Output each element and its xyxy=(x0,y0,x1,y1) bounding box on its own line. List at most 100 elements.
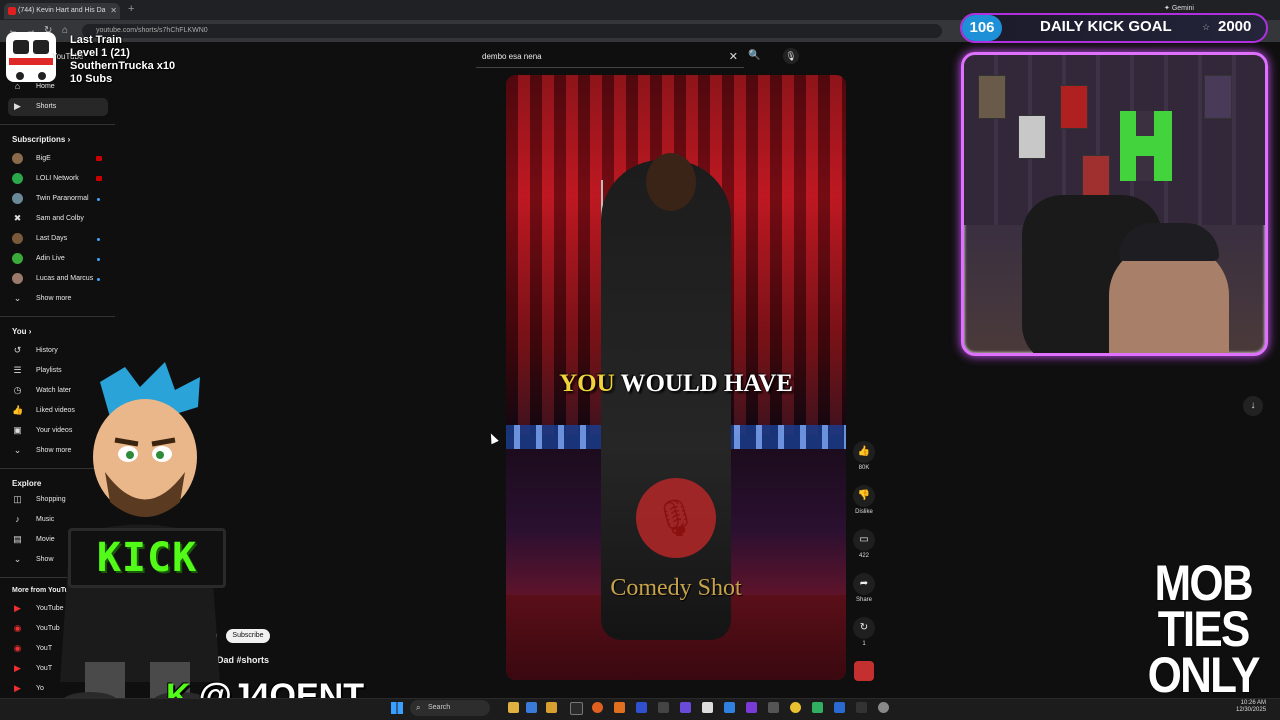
remix-button[interactable]: ↻ 1 xyxy=(853,617,875,647)
performer xyxy=(601,160,731,640)
url-field[interactable]: youtube.com/shorts/s7hChFLKWN0 xyxy=(82,24,942,38)
app-icon[interactable] xyxy=(768,702,779,713)
video-caption: YOU WOULD HAVE xyxy=(559,370,793,397)
chrome-icon[interactable] xyxy=(790,702,801,713)
remix-count: 1 xyxy=(862,641,866,647)
next-video-arrow-icon[interactable]: ↓ xyxy=(1243,396,1263,416)
sidebar-item-subscription[interactable]: BigE xyxy=(8,150,108,168)
shorts-video-player[interactable]: YOU WOULD HAVE 🎙 Comedy Shot xyxy=(506,75,846,680)
comment-count: 422 xyxy=(858,553,869,559)
kick-goal-title: DAILY KICK GOAL xyxy=(1040,18,1172,35)
sidebar-item-label: Last Days xyxy=(36,235,68,242)
music-note-icon: ♪ xyxy=(15,514,20,524)
video-icon: ▣ xyxy=(13,425,22,435)
remix-icon: ↻ xyxy=(853,617,875,639)
sidebar-item-label: Show more xyxy=(36,295,72,302)
like-button[interactable]: 👍 80K xyxy=(853,441,875,471)
microphone-icon[interactable]: 🎙 xyxy=(783,48,799,64)
dislike-button[interactable]: 👎 Dislike xyxy=(853,485,875,515)
new-tab-icon[interactable]: + xyxy=(128,3,134,15)
sidebar-item-label: LOLI Network xyxy=(36,175,79,182)
search-icon[interactable]: 🔍 xyxy=(748,50,760,61)
home-icon[interactable]: ⌂ xyxy=(62,25,68,36)
search-bar[interactable]: dembo esa nena ✕ xyxy=(476,47,744,68)
show-more-subscriptions-button[interactable]: ⌄ Show more xyxy=(8,290,108,308)
taskbar-clock[interactable]: 10:26 AM 12/30/2025 xyxy=(1236,700,1266,714)
sidebar-item-shorts[interactable]: ▶ Shorts xyxy=(8,98,108,116)
clock-date: 12/30/2025 xyxy=(1236,707,1267,713)
film-icon: ▤ xyxy=(13,534,22,544)
star-icon: ☆ xyxy=(1202,22,1211,32)
youtube-music-icon: ◉ xyxy=(13,643,22,653)
train-logo-icon xyxy=(6,32,56,82)
app-icon[interactable] xyxy=(636,702,647,713)
sidebar-item-subscription[interactable]: Adin Live xyxy=(8,250,108,268)
app-icon[interactable] xyxy=(812,702,823,713)
firefox-icon[interactable] xyxy=(592,702,603,713)
kick-goal-current: 106 xyxy=(962,15,1002,41)
overlay-line-4: 10 Subs xyxy=(70,73,113,85)
divider xyxy=(0,316,115,317)
sidebar-item-subscription[interactable]: LOLI Network xyxy=(8,170,108,188)
channel-avatar xyxy=(12,193,23,204)
kick-logo-cut xyxy=(1136,111,1154,136)
sidebar-item-subscription[interactable]: Last Days xyxy=(8,230,108,248)
chevron-down-icon: ⌄ xyxy=(13,445,22,455)
home-icon: ⌂ xyxy=(14,81,21,91)
gemini-button[interactable]: ✦ Gemini xyxy=(1164,4,1194,12)
sidebar-item-subscription[interactable]: ✖ Sam and Colby xyxy=(8,210,108,228)
terminal-icon[interactable] xyxy=(570,702,583,715)
mouse-cursor-icon xyxy=(487,431,499,445)
youtube-premium-icon: ▶ xyxy=(14,603,21,613)
settings-gear-icon[interactable] xyxy=(878,702,889,713)
sidebar-item-label: Adin Live xyxy=(36,255,65,262)
sidebar-item-history[interactable]: ↺ History xyxy=(8,342,108,360)
sidebar-item-label: BigE xyxy=(36,155,51,162)
share-button[interactable]: ➦ Share xyxy=(853,573,875,603)
tab-close-icon[interactable]: ✕ xyxy=(110,3,117,19)
file-explorer-icon[interactable] xyxy=(508,702,519,713)
channel-avatar xyxy=(12,153,23,164)
app-icon[interactable] xyxy=(746,702,757,713)
clock-icon: ◷ xyxy=(13,385,22,395)
app-icon[interactable] xyxy=(614,702,625,713)
new-content-dot-icon xyxy=(97,258,100,261)
poster xyxy=(1060,85,1088,129)
windows-start-icon[interactable] xyxy=(391,702,403,714)
you-heading[interactable]: You › xyxy=(12,327,31,336)
live-icon xyxy=(96,156,102,161)
folder-icon[interactable] xyxy=(546,702,557,713)
clear-search-icon[interactable]: ✕ xyxy=(729,50,738,63)
subscriptions-heading[interactable]: Subscriptions › xyxy=(12,135,70,144)
comments-button[interactable]: ▭ 422 xyxy=(853,529,875,559)
channel-avatar xyxy=(12,273,23,284)
poster xyxy=(978,75,1006,119)
app-icon[interactable] xyxy=(724,702,735,713)
search-input[interactable]: dembo esa nena xyxy=(482,52,542,61)
overlay-line-3: SouthernTrucka x10 xyxy=(70,60,176,72)
sidebar-item-subscription[interactable]: Lucas and Marcus xyxy=(8,270,108,288)
live-icon xyxy=(96,176,102,181)
sidebar-item-subscription[interactable]: Twin Paranormal xyxy=(8,190,108,208)
discord-icon[interactable] xyxy=(680,702,691,713)
overlay-line-1: Last Train xyxy=(70,34,122,46)
like-count: 80K xyxy=(858,465,870,471)
divider xyxy=(0,124,115,125)
poster xyxy=(1204,75,1232,119)
copilot-icon[interactable] xyxy=(526,702,537,713)
channel-avatar xyxy=(12,233,23,244)
sound-avatar[interactable] xyxy=(854,661,874,681)
chevron-down-icon: ⌄ xyxy=(13,554,22,564)
playlists-icon: ☰ xyxy=(13,365,22,375)
chevron-down-icon: ⌄ xyxy=(13,293,22,303)
browser-tab[interactable]: (744) Kevin Hart and His Da ✕ xyxy=(4,3,120,19)
app-icon[interactable] xyxy=(702,702,713,713)
steam-icon[interactable] xyxy=(834,702,845,713)
kick-sign: KICK xyxy=(68,528,226,588)
comment-icon: ▭ xyxy=(853,529,875,551)
app-icon[interactable] xyxy=(856,702,867,713)
app-icon[interactable] xyxy=(658,702,669,713)
channel-avatar xyxy=(12,253,23,264)
mob-ties-only-logo: MOB TIES ONLY xyxy=(1146,558,1261,700)
taskbar-search[interactable]: ⌕ Search xyxy=(410,700,490,716)
